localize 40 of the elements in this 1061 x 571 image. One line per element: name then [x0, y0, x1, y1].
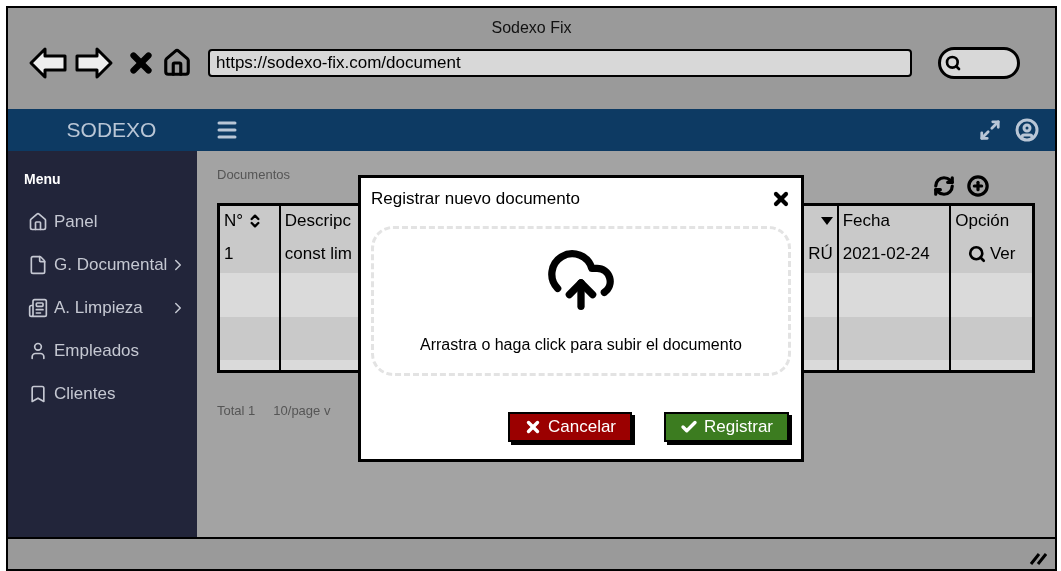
newspaper-icon	[28, 297, 48, 318]
search-field[interactable]	[938, 47, 1020, 79]
add-icon[interactable]	[967, 175, 989, 197]
sidebar-label: A. Limpieza	[54, 296, 143, 319]
sidebar-label: G. Documental	[54, 253, 168, 276]
view-link[interactable]: Ver	[951, 235, 1032, 273]
person-icon	[28, 340, 48, 361]
column-header[interactable]: Opción	[951, 206, 1032, 235]
upload-dropzone[interactable]: Arrastra o haga click para subir el documento	[371, 225, 791, 376]
url-field[interactable]: https://sodexo-fix.com/document	[208, 49, 912, 77]
dropzone-text: Arrastra o haga click para subir el documento	[420, 334, 742, 355]
window-title: Sodexo Fix	[491, 18, 572, 38]
back-icon[interactable]	[28, 46, 68, 80]
cancel-button[interactable]: Cancelar	[508, 411, 633, 442]
sidebar-heading: Menu	[24, 170, 62, 189]
brand-logo: SODEXO	[65, 117, 158, 144]
sidebar-item[interactable]: Panel	[8, 200, 197, 243]
search-icon	[967, 245, 986, 263]
breadcrumb: Documentos	[217, 166, 290, 184]
refresh-icon[interactable]	[933, 175, 955, 197]
dropdown-icon[interactable]	[820, 216, 833, 225]
search-icon	[945, 55, 961, 71]
sidebar-label: Empleados	[54, 339, 140, 362]
document-icon	[28, 254, 48, 275]
user-icon[interactable]	[1015, 118, 1039, 142]
total-count: Total 1	[217, 402, 256, 420]
sidebar-label: Panel	[54, 210, 98, 233]
sidebar-item[interactable]: Clientes	[8, 372, 197, 415]
bookmark-icon	[28, 383, 48, 404]
sidebar-label: Clientes	[54, 382, 116, 405]
fullscreen-icon[interactable]	[979, 119, 1001, 141]
home-icon[interactable]	[162, 48, 192, 78]
forward-icon[interactable]	[74, 46, 114, 80]
dialog-title: Registrar nuevo documento	[371, 188, 580, 210]
resize-grip-icon[interactable]	[1029, 551, 1047, 565]
sidebar-item[interactable]: G. Documental	[8, 243, 197, 286]
sidebar-item[interactable]: Empleados	[8, 329, 197, 372]
home-icon	[28, 211, 48, 232]
sidebar-item[interactable]: A. Limpieza	[8, 286, 197, 329]
register-button[interactable]: Registrar	[664, 411, 789, 442]
